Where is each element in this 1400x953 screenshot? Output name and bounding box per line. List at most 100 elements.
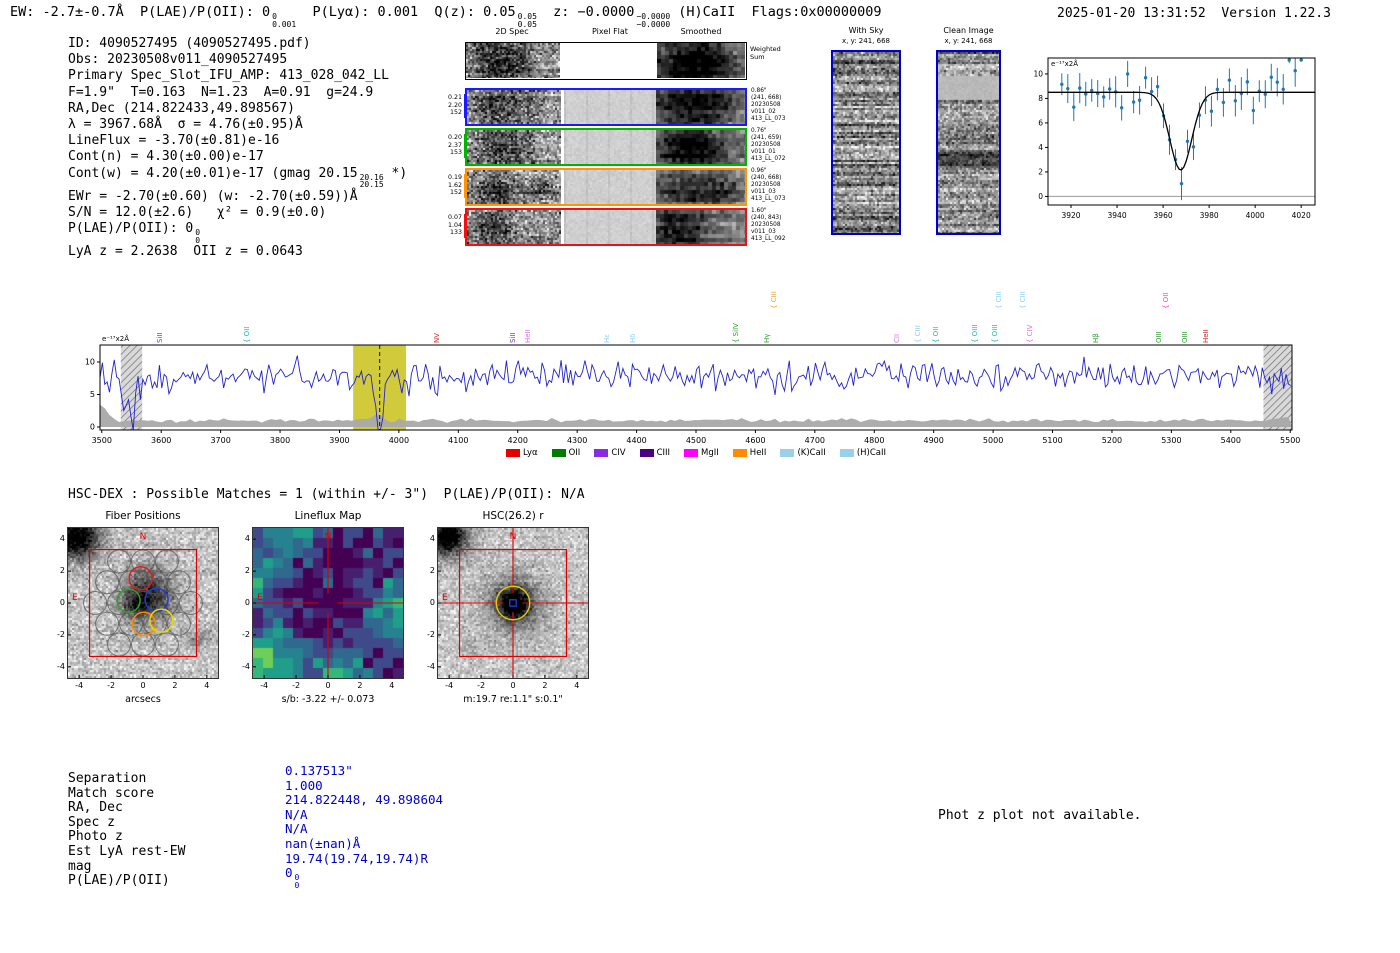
compass-east-label: E xyxy=(442,593,448,603)
row-stat: 0.07 xyxy=(447,214,462,221)
line-fit-plot: 3920 3940 3960 3980 4000 4020 0 2 4 6 8 10 e⁻¹⁷x2Å xyxy=(1015,45,1335,234)
legend-item: (K)CaII xyxy=(780,448,826,458)
fiber-circle xyxy=(107,632,132,657)
legend-item: CIII xyxy=(639,448,670,458)
data-point xyxy=(1269,75,1273,79)
text-segment: Cont(n) = 4.30(±0.00)e-17 xyxy=(68,149,264,165)
cutout-y-tick-label: 0 xyxy=(59,598,65,607)
cutout-x-tick-label: -4 xyxy=(75,681,84,690)
data-point xyxy=(1185,139,1190,143)
line-label-hγ: Hγ xyxy=(763,333,772,343)
row-meta-line: 0.86" xyxy=(751,88,767,94)
row-meta-line: (240, 668) xyxy=(751,174,782,181)
x-tick-label: 5400 xyxy=(1221,436,1241,445)
match-value: 0.137513" xyxy=(285,763,353,778)
hsc-match-header: HSC-DEX : Possible Matches = 1 (within +… xyxy=(68,487,585,502)
legend-label: OII xyxy=(568,448,581,458)
y-tick-label: 0 xyxy=(90,423,95,432)
x-tick-label: 3940 xyxy=(1108,211,1127,220)
y-tick-label: 4 xyxy=(1038,143,1043,152)
y-tick-label: 8 xyxy=(1038,94,1043,103)
x-tick-label: 5000 xyxy=(983,436,1003,445)
line-label-nv: NV xyxy=(432,332,441,343)
legend-item: CIV xyxy=(594,448,626,458)
compass-north-label: N xyxy=(140,532,147,542)
x-tick-label: 4900 xyxy=(924,436,944,445)
data-point xyxy=(1125,72,1130,76)
match-row: RA, Dec 214.822448, 49.898604 xyxy=(68,792,443,815)
row-meta-line: 0.96" xyxy=(751,168,767,174)
y-tick-label: 5 xyxy=(90,390,95,399)
x-tick-label: 4800 xyxy=(864,436,884,445)
row-stat: 1.62 xyxy=(447,181,462,189)
spec2d-col-title: Pixel Flat xyxy=(592,27,628,36)
cutout-y-tick-label: -4 xyxy=(242,661,250,671)
data-point xyxy=(1221,100,1226,105)
sup-sub-value: 20.16 20.15 xyxy=(359,172,384,190)
cutout-xlabel: m:19.7 re:1.1" s:0.1" xyxy=(463,694,563,705)
legend-label: HeII xyxy=(749,448,767,458)
text-segment: λ = 3967.68Å σ = 4.76(±0.95)Å xyxy=(68,117,303,133)
row-meta-line: 20230508 xyxy=(751,221,781,228)
info-line: F=1.9" T=0.163 N=1.23 A=0.91 g=24.9 xyxy=(68,85,407,101)
info-line: LineFlux = -3.70(±0.81)e-16 xyxy=(68,133,407,149)
info-line: S/N = 12.0(±2.6) χ² = 0.9(±0.0) xyxy=(68,205,407,221)
row-right-meta: 0.96" (240, 668) 20230508 v011_03 413_LL_073 xyxy=(751,168,817,206)
text-segment: 0 xyxy=(285,865,293,881)
spec2d-strip-frame xyxy=(465,88,747,126)
match-row: Spec zN/A xyxy=(68,807,443,830)
line-label-heii: HeII xyxy=(1201,329,1210,343)
photz-note: Phot z plot not available. xyxy=(938,808,1142,823)
row-meta-line: v011_03 xyxy=(751,228,776,235)
spectrum-legend: Lyα OII CIV CIII MgII HeII (K)CaII (H)CaII xyxy=(100,446,1292,460)
summary-header: EW: -2.7±-0.7Å P(LAE)/P(OII): 0 0 0.001 P(… xyxy=(10,4,882,28)
text-segment: Obs: 20230508v011_4090527495 xyxy=(68,52,288,68)
line-label-oiii: OIII xyxy=(1181,331,1190,343)
x-tick-label: 4700 xyxy=(805,436,825,445)
detection-info-block: ID: 4090527495 (4090527495.pdf) Obs: 2023… xyxy=(68,36,407,260)
row-left-stats: 0.21 2.20 152 xyxy=(436,94,466,118)
text-segment: P(LAE)/P(OII): 0 xyxy=(68,221,194,237)
data-point xyxy=(1143,76,1148,80)
legend-swatch xyxy=(594,449,609,457)
row-meta-line: 1.60" xyxy=(751,208,767,214)
data-point xyxy=(1078,86,1082,90)
x-tick-label: 4000 xyxy=(389,436,409,445)
x-tick-label: 5100 xyxy=(1042,436,1062,445)
x-tick-label: 3600 xyxy=(151,436,171,445)
data-point xyxy=(1209,109,1214,113)
cutout-x-tick-label: 4 xyxy=(574,681,580,690)
x-tick-label: 3960 xyxy=(1154,211,1173,220)
row-2d-canvas xyxy=(467,90,561,124)
x-tick-label: 4200 xyxy=(508,436,528,445)
line-label-cii: CII xyxy=(892,333,901,343)
fiber-circle xyxy=(131,632,155,657)
y-axis-unit-label: e⁻¹⁷x2Å xyxy=(102,334,129,343)
text-segment: RA,Dec (214.822433,49.898567) xyxy=(68,100,295,116)
line-label-civ: { CIV xyxy=(1025,324,1034,343)
row-stat: 2.20 xyxy=(447,101,462,109)
legend-item: Lyα xyxy=(506,448,538,458)
cutout-panel: NE xyxy=(252,527,404,679)
cutout-title: Lineflux Map xyxy=(294,510,362,522)
fiber-circle xyxy=(83,591,108,615)
compass-north-label: N xyxy=(325,532,332,542)
data-point xyxy=(1102,95,1106,99)
match-value: 19.74(19.74,19.74)R xyxy=(285,851,428,866)
x-tick-label: 4600 xyxy=(745,436,765,445)
cutout-panel: NE xyxy=(67,527,219,679)
cutout-y-tick-label: -2 xyxy=(57,629,65,639)
info-line: LyA z = 2.2638 OII z = 0.0643 xyxy=(68,244,407,260)
sky-panel-frame xyxy=(936,50,1001,235)
legend-swatch xyxy=(780,449,795,457)
row-meta-line: 413_LL_073 xyxy=(751,115,786,122)
info-line: P(LAE)/P(OII): 000 xyxy=(68,221,407,244)
ifu-extent-box xyxy=(88,548,198,658)
text-segment: 0.137513" xyxy=(285,763,353,778)
sup-sub-value: 00 xyxy=(294,873,300,890)
cutout-overlay-svg: NE xyxy=(68,532,208,678)
row-left-stats: 0.07 1.04 133 xyxy=(436,214,466,238)
data-point xyxy=(1107,87,1112,91)
text-segment: *) xyxy=(383,165,408,181)
cutout-x-tick-label: -2 xyxy=(292,681,301,690)
